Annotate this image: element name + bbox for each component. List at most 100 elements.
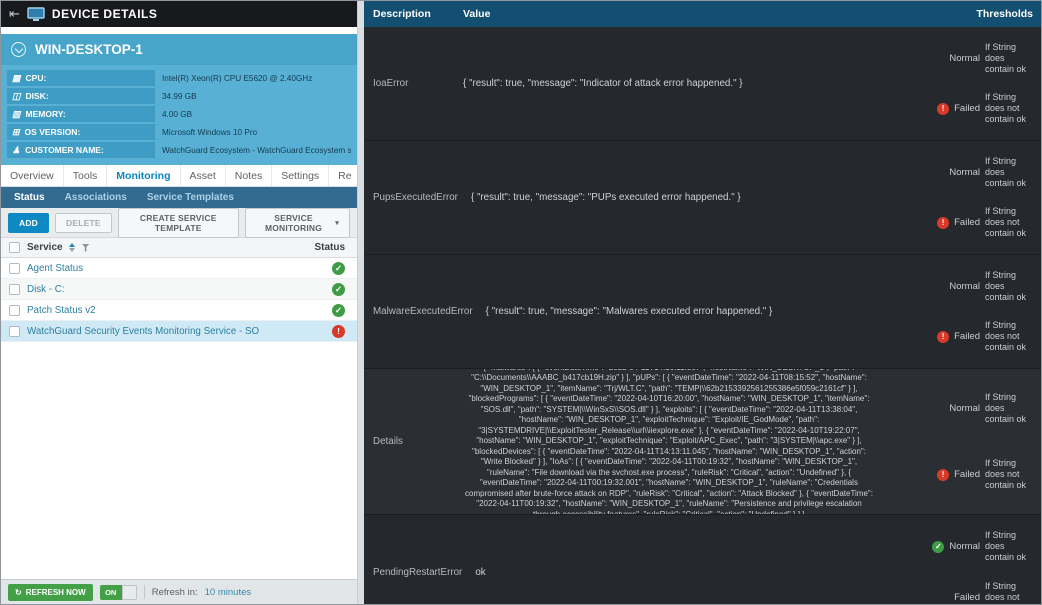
service-link[interactable]: Agent Status [27, 263, 83, 274]
threshold-normal: ✓ Normal If String does contain ok [885, 530, 1035, 563]
memory-value: 4.00 GB [155, 106, 351, 122]
detail-value: { "result": true, "message": "PUPs execu… [471, 191, 875, 204]
status-normal-icon: ✓ [332, 262, 345, 275]
info-label: CUSTOMER NAME: [25, 145, 104, 155]
threshold-failed: ! Failed If String does not contain ok [885, 206, 1035, 239]
tab-remote[interactable]: Re [329, 165, 357, 186]
device-info-panel: ▦CPU: Intel(R) Xeon(R) CPU E5620 @ 2.40G… [1, 65, 357, 165]
service-table-header: Service Status [1, 238, 357, 258]
customer-icon: ♟ [12, 145, 20, 156]
failed-icon: ! [937, 217, 949, 229]
threshold-failed: ! Failed If String does not contain ok [885, 320, 1035, 353]
subtab-status[interactable]: Status [5, 192, 54, 203]
status-normal-icon: ✓ [332, 304, 345, 317]
chevron-down-icon[interactable] [11, 42, 26, 57]
tab-monitoring[interactable]: Monitoring [107, 165, 180, 186]
add-button[interactable]: ADD [8, 213, 49, 233]
detail-description: PupsExecutedError [364, 141, 458, 254]
info-label: CPU: [26, 73, 47, 83]
delete-button[interactable]: DELETE [55, 213, 112, 233]
threshold-failed: ! Failed If String does not contain ok [885, 458, 1035, 491]
tab-notes[interactable]: Notes [226, 165, 272, 186]
threshold-failed: Failed If String does not contain ok [885, 581, 1035, 604]
disk-icon: ◫ [12, 91, 21, 102]
toggle-on-label: ON [100, 585, 122, 600]
threshold-normal: Normal If String does contain ok [885, 270, 1035, 303]
device-header: WIN-DESKTOP-1 [1, 34, 357, 65]
create-service-template-button[interactable]: CREATE SERVICE TEMPLATE [118, 208, 239, 238]
failed-icon: ! [937, 469, 949, 481]
divider [144, 585, 145, 599]
detail-row: Details { "malwares": [ { "eventDateTime… [364, 369, 1041, 515]
os-value: Microsoft Windows 10 Pro [155, 124, 351, 140]
failed-icon: ! [937, 331, 949, 343]
detail-row: IoaError { "result": true, "message": "I… [364, 27, 1041, 141]
tab-settings[interactable]: Settings [272, 165, 329, 186]
detail-value: { "malwares": [ { "eventDateTime": "2022… [463, 369, 875, 514]
panel-scrollbar[interactable] [357, 1, 364, 604]
refresh-now-button[interactable]: ↻REFRESH NOW [8, 584, 93, 601]
row-checkbox[interactable] [9, 284, 20, 295]
sort-icon[interactable] [69, 243, 75, 252]
collapse-panel-icon[interactable]: ⇤ [9, 6, 20, 22]
info-row-disk: ◫ DISK: 34.99 GB [7, 88, 351, 104]
device-panel: ⇤ DEVICE DETAILS WIN-DESKTOP-1 ▦CPU: Int… [1, 1, 357, 604]
refresh-in-label: Refresh in: [152, 587, 198, 598]
page-title: DEVICE DETAILS [52, 7, 157, 21]
detail-description: IoaError [364, 27, 450, 140]
row-checkbox[interactable] [9, 326, 20, 337]
detail-value: { "result": true, "message": "Malwares e… [486, 305, 875, 318]
memory-icon: ▥ [12, 109, 21, 120]
table-row[interactable]: Agent Status ✓ [1, 258, 357, 279]
titlebar-gap [1, 27, 357, 34]
thresholds-cell: Normal If String does contain ok ! Faile… [885, 255, 1041, 368]
detail-value: { "result": true, "message": "Indicator … [463, 77, 875, 90]
status-normal-icon: ✓ [332, 283, 345, 296]
disk-value: 34.99 GB [155, 88, 351, 104]
tab-asset[interactable]: Asset [181, 165, 226, 186]
subtab-service-templates[interactable]: Service Templates [138, 192, 243, 203]
toggle-knob [122, 585, 137, 600]
chevron-down-icon: ▾ [335, 219, 339, 227]
table-row[interactable]: Disk - C: ✓ [1, 279, 357, 300]
filter-icon[interactable] [82, 244, 90, 252]
os-icon: ⊞ [12, 127, 20, 138]
thresholds-cell: Normal If String does contain ok ! Faile… [885, 27, 1041, 140]
subtab-associations[interactable]: Associations [56, 192, 136, 203]
service-link[interactable]: WatchGuard Security Events Monitoring Se… [27, 326, 259, 337]
device-name: WIN-DESKTOP-1 [35, 42, 143, 57]
row-checkbox[interactable] [9, 263, 20, 274]
cpu-value: Intel(R) Xeon(R) CPU E5620 @ 2.40GHz [155, 70, 351, 86]
info-row-os: ⊞OS VERSION: Microsoft Windows 10 Pro [7, 124, 351, 140]
info-label: DISK: [26, 91, 49, 101]
table-row[interactable]: Patch Status v2 ✓ [1, 300, 357, 321]
titlebar: ⇤ DEVICE DETAILS [1, 1, 357, 27]
column-header-description: Description [364, 8, 450, 20]
service-link[interactable]: Patch Status v2 [27, 305, 96, 316]
auto-refresh-toggle[interactable]: ON [100, 585, 137, 600]
monitor-icon [27, 7, 45, 22]
info-row-cpu: ▦CPU: Intel(R) Xeon(R) CPU E5620 @ 2.40G… [7, 70, 351, 86]
row-checkbox[interactable] [9, 305, 20, 316]
subtab-bar: Status Associations Service Templates [1, 187, 357, 208]
tab-overview[interactable]: Overview [1, 165, 64, 186]
tab-tools[interactable]: Tools [64, 165, 108, 186]
detail-description: PendingRestartError [364, 515, 462, 604]
table-row-selected[interactable]: WatchGuard Security Events Monitoring Se… [1, 321, 357, 342]
threshold-normal: Normal If String does contain ok [885, 156, 1035, 189]
device-details-window: ⇤ DEVICE DETAILS WIN-DESKTOP-1 ▦CPU: Int… [0, 0, 1042, 605]
column-header-status: Status [305, 242, 357, 253]
refresh-in-value: 10 minutes [205, 587, 251, 598]
info-row-customer: ♟CUSTOMER NAME: WatchGuard Ecosystem - W… [7, 142, 351, 158]
status-failed-icon: ! [332, 325, 345, 338]
failed-icon: ! [937, 103, 949, 115]
detail-row: PupsExecutedError { "result": true, "mes… [364, 141, 1041, 255]
service-link[interactable]: Disk - C: [27, 284, 65, 295]
column-header-thresholds: Thresholds [885, 8, 1041, 20]
info-row-memory: ▥MEMORY: 4.00 GB [7, 106, 351, 122]
detail-description: MalwareExecutedError [364, 255, 473, 368]
column-header-value: Value [450, 1, 885, 29]
select-all-checkbox[interactable] [9, 242, 20, 253]
thresholds-cell: ✓ Normal If String does contain ok Faile… [885, 515, 1041, 604]
service-monitoring-dropdown[interactable]: SERVICE MONITORING▾ [245, 208, 350, 238]
